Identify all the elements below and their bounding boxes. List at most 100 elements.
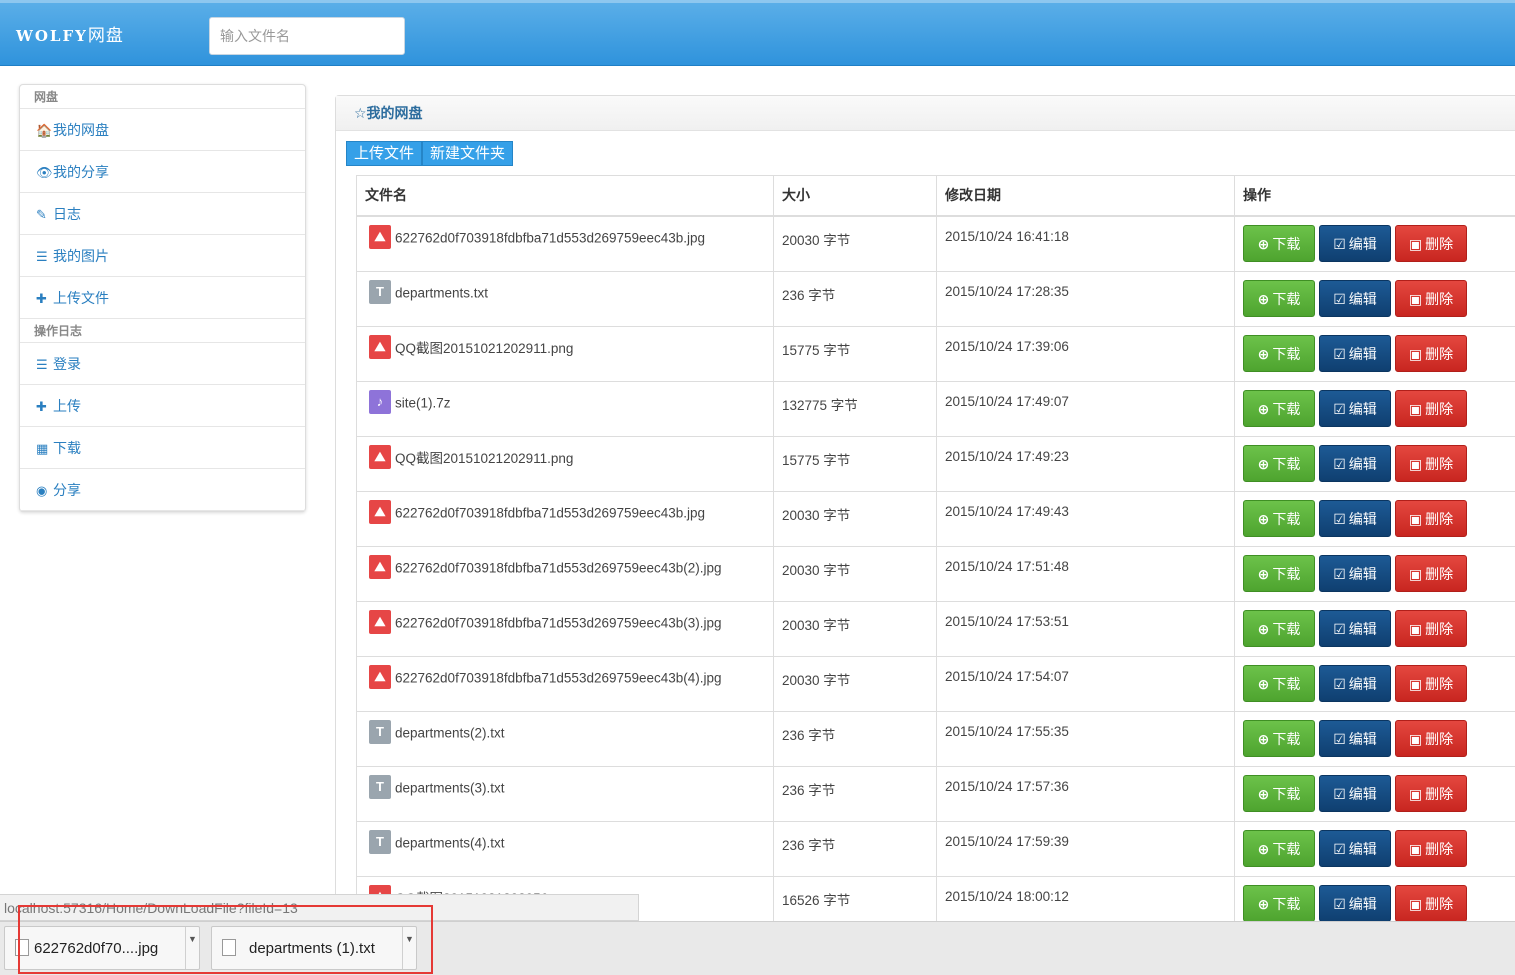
sidebar-item-我的图片[interactable]: ☰ 我的图片 (20, 235, 305, 277)
edit-button[interactable]: ☑ 编辑 (1319, 829, 1391, 867)
download-button[interactable]: ⊕ 下载 (1243, 664, 1315, 702)
edit-button[interactable]: ☑ 编辑 (1319, 444, 1391, 482)
edit-button[interactable]: ☑ 编辑 (1319, 225, 1391, 262)
download-button[interactable]: ⊕ 下载 (1243, 499, 1315, 537)
download-item-txt[interactable]: departments (1).txt ▼ (211, 926, 417, 970)
download-button[interactable]: ⊕ 下载 (1243, 444, 1315, 482)
delete-button[interactable]: ▣ 删除 (1395, 829, 1467, 867)
trash-icon: ▣ (1408, 785, 1423, 802)
search-input[interactable] (209, 17, 405, 55)
download-button-label: 下载 (1272, 840, 1301, 857)
edit-button[interactable]: ☑ 编辑 (1319, 664, 1391, 702)
upload-file-button[interactable]: 上传文件 (346, 141, 423, 166)
file-name-cell: ⛰ 622762d0f703918fdbfba71d553d269759eec43… (356, 600, 774, 657)
file-table: 文件名 大小 修改日期 操作 ⛰ 622762d0f703918fdbfba71d… (356, 175, 1515, 932)
sidebar-item-分享[interactable]: ◉ 分享 (20, 469, 305, 511)
file-size-cell: 20030 字节 (773, 545, 937, 602)
trash-icon: ▣ (1408, 400, 1423, 417)
file-name-link[interactable]: departments(2).txt (395, 725, 505, 740)
download-button[interactable]: ⊕ 下载 (1243, 279, 1315, 317)
edit-icon: ☑ (1333, 730, 1346, 747)
sidebar-section-title: 网盘 (20, 85, 305, 109)
new-folder-button[interactable]: 新建文件夹 (422, 141, 514, 166)
table-row: Tdepartments.txt 236 字节 2015/10/24 17:28:3… (356, 270, 1515, 327)
file-name-link[interactable]: departments.txt (395, 285, 488, 300)
sidebar-item-下载[interactable]: ▦ 下载 (20, 427, 305, 469)
table-row: ⛰ 622762d0f703918fdbfba71d553d269759eec43… (356, 490, 1515, 547)
table-row: Tdepartments(3).txt 236 字节 2015/10/24 17:5… (356, 765, 1515, 822)
brand[interactable]: WOLFY网盘 (16, 21, 124, 46)
edit-button[interactable]: ☑ 编辑 (1319, 774, 1391, 812)
column-header-date[interactable]: 修改日期 (936, 175, 1235, 217)
sidebar-item-label: 登录 (53, 356, 81, 372)
sidebar-item-上传[interactable]: ✚ 上传 (20, 385, 305, 427)
sidebar-item-上传文件[interactable]: ✚ 上传文件 (20, 277, 305, 319)
edit-button[interactable]: ☑ 编辑 (1319, 334, 1391, 372)
delete-button[interactable]: ▣ 删除 (1395, 664, 1467, 702)
panel-title: ☆我的网盘 (336, 96, 1515, 131)
sidebar-item-label: 上传文件 (53, 290, 109, 306)
actions-cell: ⊕ 下载 ☑ 编辑 ▣ 删除 (1234, 545, 1515, 602)
column-header-filename[interactable]: 文件名 (356, 175, 774, 217)
file-name-link[interactable]: 622762d0f703918fdbfba71d553d269759eec43b… (395, 615, 722, 630)
edit-button[interactable]: ☑ 编辑 (1319, 719, 1391, 757)
file-name-link[interactable]: 622762d0f703918fdbfba71d553d269759eec43b… (395, 231, 705, 246)
text-file-icon: T (369, 774, 391, 799)
download-item-jpg[interactable]: 622762d0f70....jpg ▼ (4, 926, 200, 970)
delete-button[interactable]: ▣ 删除 (1395, 609, 1467, 647)
download-button[interactable]: ⊕ 下载 (1243, 719, 1315, 757)
file-name-link[interactable]: site(1).7z (395, 395, 451, 410)
image-file-icon: ⛰ (369, 664, 391, 689)
file-name-link[interactable]: 622762d0f703918fdbfba71d553d269759eec43b… (395, 560, 722, 575)
sidebar-item-label: 我的分享 (53, 164, 109, 180)
delete-button[interactable]: ▣ 删除 (1395, 774, 1467, 812)
sidebar-item-label: 分享 (53, 482, 81, 498)
download-button[interactable]: ⊕ 下载 (1243, 829, 1315, 867)
chevron-down-icon[interactable]: ▼ (402, 927, 416, 969)
download-button[interactable]: ⊕ 下载 (1243, 554, 1315, 592)
delete-button[interactable]: ▣ 删除 (1395, 554, 1467, 592)
download-button[interactable]: ⊕ 下载 (1243, 334, 1315, 372)
download-button[interactable]: ⊕ 下载 (1243, 884, 1315, 922)
delete-button[interactable]: ▣ 删除 (1395, 279, 1467, 317)
file-name-link[interactable]: departments(4).txt (395, 835, 505, 850)
table-row: ♪ site(1).7z 132775 字节 2015/10/24 17:49:07 ⊕… (356, 380, 1515, 437)
file-name-link[interactable]: 622762d0f703918fdbfba71d553d269759eec43b… (395, 505, 705, 520)
download-button[interactable]: ⊕ 下载 (1243, 225, 1315, 262)
edit-button[interactable]: ☑ 编辑 (1319, 609, 1391, 647)
actions-cell: ⊕ 下载 ☑ 编辑 ▣ 删除 (1234, 270, 1515, 327)
chevron-down-icon[interactable]: ▼ (185, 927, 199, 969)
sidebar-item-我的分享[interactable]: 👁我的分享 (20, 151, 305, 193)
edit-button[interactable]: ☑ 编辑 (1319, 884, 1391, 922)
text-file-icon: T (369, 719, 391, 744)
file-name-link[interactable]: QQ截图20151021202911.png (395, 341, 573, 356)
file-name-link[interactable]: departments(3).txt (395, 780, 505, 795)
file-name-link[interactable]: QQ截图20151021202911.png (395, 451, 573, 466)
edit-button[interactable]: ☑ 编辑 (1319, 279, 1391, 317)
delete-button[interactable]: ▣ 删除 (1395, 389, 1467, 427)
edit-button[interactable]: ☑ 编辑 (1319, 499, 1391, 537)
sidebar-item-我的网盘[interactable]: 🏠我的网盘 (20, 109, 305, 151)
download-button[interactable]: ⊕ 下载 (1243, 609, 1315, 647)
delete-button[interactable]: ▣ 删除 (1395, 334, 1467, 372)
column-header-size[interactable]: 大小 (773, 175, 937, 217)
download-button[interactable]: ⊕ 下载 (1243, 774, 1315, 812)
file-name-link[interactable]: 622762d0f703918fdbfba71d553d269759eec43b… (395, 670, 722, 685)
search-icon: ⊕ (1257, 236, 1270, 252)
delete-button[interactable]: ▣ 删除 (1395, 444, 1467, 482)
download-button-label: 下载 (1272, 785, 1301, 802)
delete-button[interactable]: ▣ 删除 (1395, 225, 1467, 262)
delete-button[interactable]: ▣ 删除 (1395, 499, 1467, 537)
download-button[interactable]: ⊕ 下载 (1243, 389, 1315, 427)
delete-button[interactable]: ▣ 删除 (1395, 719, 1467, 757)
search-icon: ⊕ (1257, 510, 1270, 527)
trash-icon: ▣ (1408, 290, 1423, 307)
sidebar-item-日志[interactable]: ✎ 日志 (20, 193, 305, 235)
file-size-cell: 132775 字节 (773, 380, 937, 437)
sidebar-item-登录[interactable]: ☰ 登录 (20, 343, 305, 385)
delete-button[interactable]: ▣ 删除 (1395, 884, 1467, 922)
edit-icon: ☑ (1333, 675, 1346, 692)
edit-button[interactable]: ☑ 编辑 (1319, 554, 1391, 592)
edit-button[interactable]: ☑ 编辑 (1319, 389, 1391, 427)
file-name-cell: Tdepartments(3).txt (356, 765, 774, 822)
